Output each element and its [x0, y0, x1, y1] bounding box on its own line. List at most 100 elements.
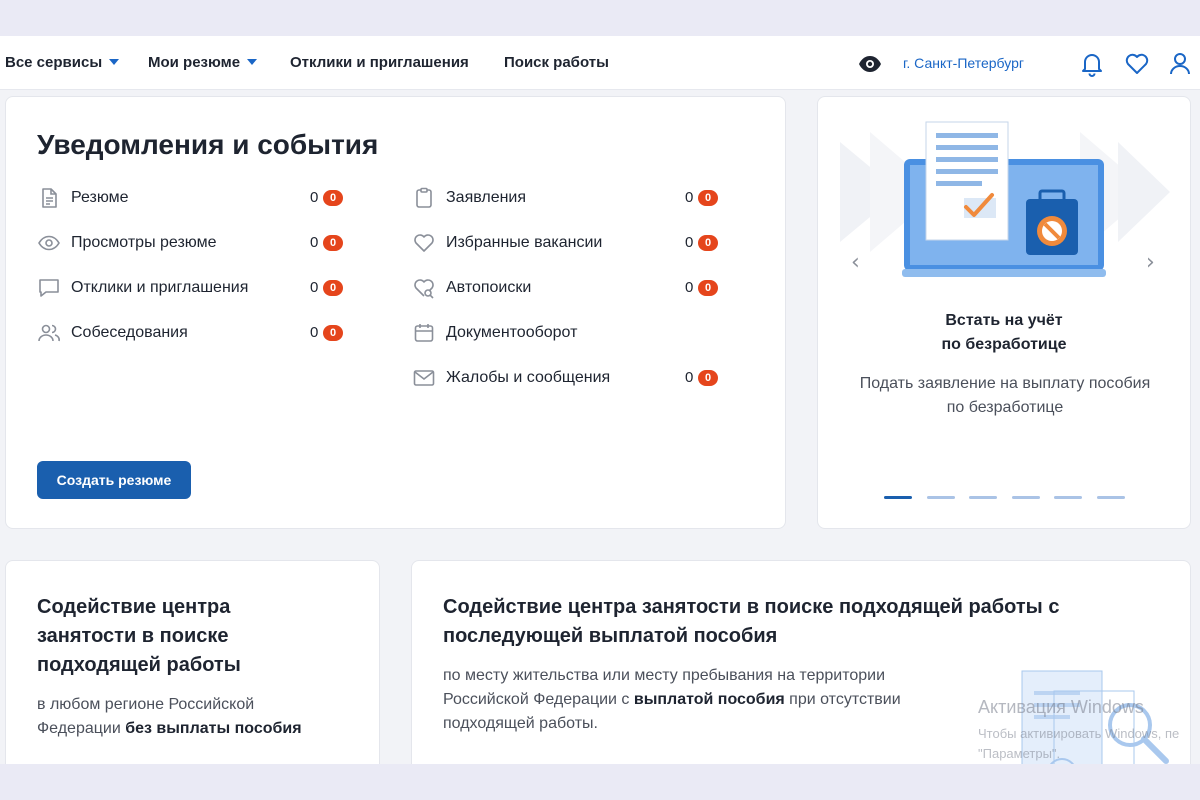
service-card-desc-plain: Федерации [37, 720, 126, 737]
carousel-dot-1[interactable] [884, 496, 912, 499]
service-card-desc-line2: Российской Федерации с выплатой пособия … [443, 688, 1003, 712]
notification-autosearch-badge: 0 [698, 280, 718, 296]
notification-docflow-label: Документооборот [446, 324, 578, 341]
service-card-desc-line2c: при отсутствии [784, 691, 901, 708]
nav-job-search[interactable]: Поиск работы [504, 54, 609, 71]
carousel-dot-3[interactable] [969, 496, 998, 499]
create-resume-button[interactable]: Создать резюме [37, 461, 191, 499]
service-card-title-line1: Содействие центра [37, 596, 231, 618]
service-card-desc-bold: без выплаты пособия [125, 720, 302, 737]
promo-desc-line1: Подать заявление на выплату пособия [859, 375, 1151, 392]
notifications-card: Уведомления и события Резюме 0 0 Просмот… [5, 96, 786, 529]
carousel-dot-4[interactable] [1011, 496, 1040, 499]
notification-autosearch-count: 0 [685, 279, 694, 296]
nav-my-resume-label: Мои резюме [148, 54, 241, 71]
user-icon[interactable] [1168, 51, 1192, 82]
notification-responses-label: Отклики и приглашения [71, 279, 249, 296]
heart-icon [412, 231, 436, 255]
laptop-illustration [840, 121, 1170, 277]
notification-favorites-label: Избранные вакансии [446, 234, 603, 251]
notification-applications-count: 0 [685, 189, 694, 206]
notification-responses[interactable]: Отклики и приглашения 0 0 [37, 276, 347, 300]
calendar-icon [412, 321, 436, 345]
chat-icon [37, 276, 61, 300]
page: Все сервисы Мои резюме Отклики и приглаш… [0, 36, 1200, 764]
service-card-title-line3: подходящей работы [37, 654, 241, 676]
nav-all-services-label: Все сервисы [5, 54, 103, 71]
service-card-desc-line3: подходящей работы. [443, 715, 598, 732]
carousel-dot-6[interactable] [1097, 496, 1125, 499]
carousel-dot-5[interactable] [1054, 496, 1083, 499]
promo-title-line2: по безработице [941, 336, 1067, 353]
eye-icon [37, 231, 61, 255]
notification-autosearch[interactable]: Автопоиски 0 0 [412, 276, 722, 300]
notification-views-label: Просмотры резюме [71, 234, 217, 251]
service-card-desc-line2a: Российской Федерации с [443, 691, 634, 708]
carousel-dot-2[interactable] [926, 496, 955, 499]
heart-check-icon [412, 276, 436, 300]
chevron-down-icon [247, 59, 258, 66]
service-card-desc-line2: Федерации без выплаты пособия [37, 717, 367, 741]
notification-applications-label: Заявления [446, 189, 527, 206]
nav-responses[interactable]: Отклики и приглашения [290, 54, 469, 71]
service-card-description: по месту жительства или месту пребывания… [443, 664, 1003, 736]
notification-autosearch-label: Автопоиски [446, 279, 532, 296]
notification-applications-badge: 0 [698, 190, 718, 206]
notification-complaints-badge: 0 [698, 370, 718, 386]
chevron-down-icon [109, 59, 120, 66]
notification-resume-count: 0 [310, 189, 319, 206]
accessibility-eye-icon[interactable] [858, 52, 882, 81]
document-icon [37, 186, 61, 210]
notification-views-count: 0 [310, 234, 319, 251]
notification-complaints[interactable]: Жалобы и сообщения 0 0 [412, 366, 722, 390]
promo-title: Встать на учёт по безработице [818, 309, 1190, 357]
service-card-description: в любом регионе Российской Федерации без… [37, 693, 367, 741]
notification-interviews[interactable]: Собеседования 0 0 [37, 321, 347, 345]
city-selector[interactable]: г. Санкт-Петербург [903, 55, 1024, 71]
carousel-next-arrow[interactable]: › [1146, 250, 1155, 275]
notification-resume[interactable]: Резюме 0 0 [37, 186, 347, 210]
nav-all-services[interactable]: Все сервисы [5, 54, 120, 71]
notifications-title: Уведомления и события [37, 129, 379, 160]
notification-responses-count: 0 [310, 279, 319, 296]
nav-my-resume[interactable]: Мои резюме [148, 54, 258, 71]
notification-favorites-count: 0 [685, 234, 694, 251]
notification-resume-label: Резюме [71, 189, 129, 206]
carousel-prev-arrow[interactable]: ‹ [851, 250, 860, 275]
notification-docflow[interactable]: Документооборот [412, 321, 722, 345]
notification-interviews-label: Собеседования [71, 324, 188, 341]
notification-views-badge: 0 [323, 235, 343, 251]
notification-resume-badge: 0 [323, 190, 343, 206]
notification-favorites-badge: 0 [698, 235, 718, 251]
bell-icon[interactable] [1080, 51, 1104, 82]
service-card-no-benefit[interactable]: Содействие центра занятости в поиске под… [5, 560, 380, 764]
notification-interviews-count: 0 [310, 324, 319, 341]
promo-desc-line2: по безработице [946, 399, 1064, 416]
mail-icon [412, 366, 436, 390]
notification-applications[interactable]: Заявления 0 0 [412, 186, 722, 210]
service-card-title: Содействие центра занятости в поиске под… [443, 593, 1183, 651]
service-card-title-line2: занятости в поиске [37, 625, 229, 647]
service-card-title-line2: последующей выплатой пособия [443, 625, 778, 647]
service-card-title-line1: Содействие центра занятости в поиске под… [443, 596, 1060, 618]
users-icon [37, 321, 61, 345]
windows-activation-hint: Чтобы активировать Windows, пе "Параметр… [978, 724, 1179, 764]
service-card-title: Содействие центра занятости в поиске под… [37, 593, 367, 680]
heart-icon[interactable] [1124, 51, 1150, 82]
promo-title-line1: Встать на учёт [945, 312, 1063, 329]
service-card-desc-line1: в любом регионе Российской [37, 696, 255, 713]
service-card-desc-line2b: выплатой пособия [633, 691, 785, 708]
top-navigation: Все сервисы Мои резюме Отклики и приглаш… [0, 36, 1200, 90]
notification-favorites[interactable]: Избранные вакансии 0 0 [412, 231, 722, 255]
service-card-desc-line1: по месту жительства или месту пребывания… [443, 667, 886, 684]
clipboard-icon [412, 186, 436, 210]
windows-activation-watermark: Активация Windows [978, 697, 1144, 717]
promo-description: Подать заявление на выплату пособия по б… [828, 372, 1182, 420]
windows-activation-hint-line2: "Параметры". [978, 746, 1061, 761]
notification-responses-badge: 0 [323, 280, 343, 296]
notification-complaints-label: Жалобы и сообщения [446, 369, 611, 386]
promo-carousel-card: ‹ › Встать на учёт по безработице Подать… [817, 96, 1191, 529]
windows-activation-hint-line1: Чтобы активировать Windows, пе [978, 726, 1180, 741]
notification-complaints-count: 0 [685, 369, 694, 386]
notification-views[interactable]: Просмотры резюме 0 0 [37, 231, 347, 255]
